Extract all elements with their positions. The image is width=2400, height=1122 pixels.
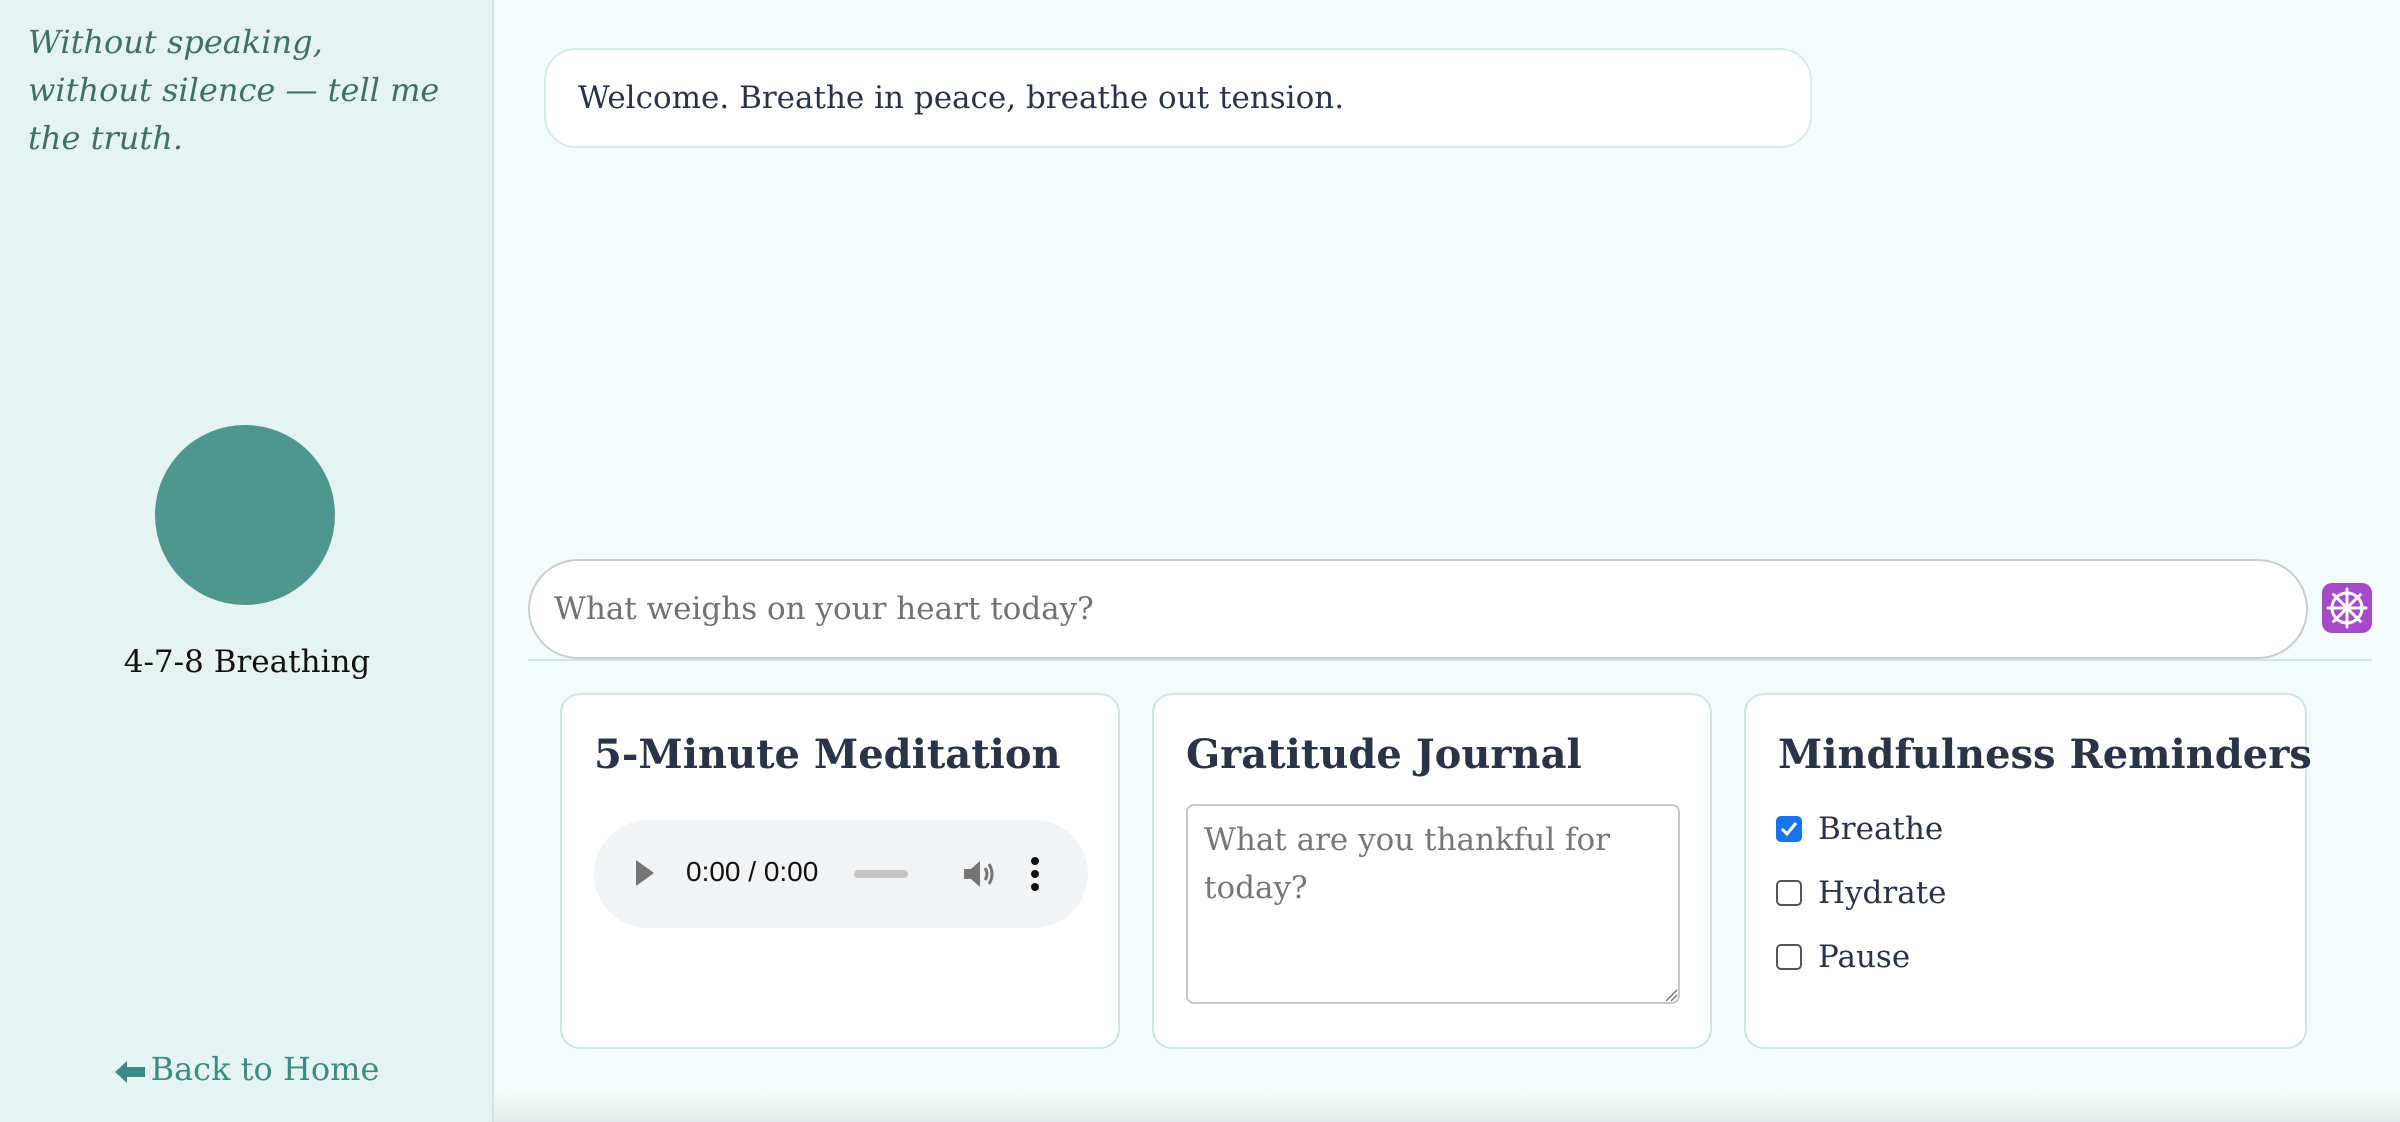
reminder-breathe[interactable]: Breathe — [1776, 809, 1943, 849]
checkbox-breathe[interactable] — [1776, 816, 1802, 842]
journal-title: Gratitude Journal — [1186, 731, 1582, 778]
send-button[interactable] — [2322, 583, 2372, 633]
checkbox-pause[interactable] — [1776, 944, 1802, 970]
reminder-label: Breathe — [1818, 811, 1944, 847]
checkmark-icon — [1780, 822, 1798, 837]
back-to-home-label: Back to Home — [150, 1050, 380, 1088]
mindfulness-reminders-card: Mindfulness Reminders Breathe Hydrate Pa… — [1744, 693, 2312, 1049]
reminder-label: Hydrate — [1818, 875, 1947, 911]
audio-time: 0:00 / 0:00 — [686, 856, 819, 887]
checkbox-hydrate[interactable] — [1776, 880, 1802, 906]
dharma-wheel-icon — [2326, 587, 2368, 629]
audio-seek-bar[interactable] — [854, 870, 908, 878]
more-options-icon[interactable] — [1028, 854, 1042, 894]
meditation-card: 5-Minute Meditation 0:00 / 0:00 — [560, 693, 1120, 1049]
reminder-hydrate[interactable]: Hydrate — [1776, 873, 1947, 913]
sidebar: Without speaking, without silence — tell… — [0, 0, 494, 1122]
chat-input[interactable] — [528, 559, 2308, 659]
gratitude-textarea[interactable] — [1186, 804, 1680, 1004]
meditation-title: 5-Minute Meditation — [594, 731, 1061, 778]
volume-icon[interactable] — [962, 858, 996, 890]
breathing-circle — [155, 425, 335, 605]
bottom-shadow — [494, 1092, 2400, 1122]
reminder-pause[interactable]: Pause — [1776, 937, 1910, 977]
audio-player: 0:00 / 0:00 — [594, 820, 1088, 928]
reminders-title: Mindfulness Reminders — [1778, 731, 2312, 778]
resize-grip-icon[interactable] — [1664, 988, 1678, 1002]
play-icon[interactable] — [634, 858, 656, 888]
welcome-message: Welcome. Breathe in peace, breathe out t… — [544, 48, 1812, 148]
arrow-left-icon — [114, 1060, 145, 1083]
sidebar-quote: Without speaking, without silence — tell… — [28, 23, 440, 157]
gratitude-journal-card: Gratitude Journal — [1152, 693, 1712, 1049]
reminder-label: Pause — [1818, 939, 1911, 975]
back-to-home-link[interactable]: Back to Home — [0, 1050, 494, 1088]
breathing-label: 4-7-8 Breathing — [123, 644, 371, 680]
input-divider — [528, 659, 2372, 661]
